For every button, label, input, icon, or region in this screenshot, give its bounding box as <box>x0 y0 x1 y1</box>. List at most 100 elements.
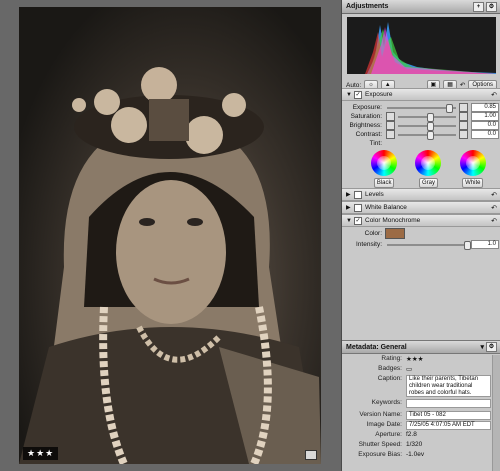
exposure-checkbox[interactable]: ✓ <box>354 90 362 99</box>
reset-icon[interactable]: ↶ <box>491 91 497 99</box>
saturation-high-icon <box>459 112 468 121</box>
chevron-down-icon[interactable]: ▾ <box>480 343 484 351</box>
row-label: Brightness: <box>349 122 382 129</box>
version-name-field[interactable]: Tibet 05 - 082 <box>406 411 491 420</box>
metadata-key: Keywords: <box>371 399 402 406</box>
disclosure-open-icon[interactable]: ▼ <box>346 218 354 224</box>
levels-header[interactable]: ▶ Levels ↶ <box>342 188 500 201</box>
metadata-header[interactable]: Metadata: General ▾ ⚙ <box>342 340 500 354</box>
keywords-field[interactable] <box>406 399 491 408</box>
metadata-key: Version Name: <box>359 411 402 418</box>
metadata-row: Aperture: f2.8 <box>342 431 500 441</box>
metadata-list: Rating: ★★★ Badges: ▭ Caption: Like their p… <box>342 355 500 471</box>
tint-row: Tint: <box>342 139 500 148</box>
saturation-row: Saturation: 1.00 <box>342 112 500 122</box>
caption-field[interactable]: Like their parents, Tibetan children wea… <box>406 375 491 397</box>
levels-title: Levels <box>365 191 384 198</box>
white-eyedropper-button[interactable]: White <box>462 178 484 188</box>
metadata-key: Caption: <box>377 375 402 382</box>
exposure-icon <box>459 103 468 112</box>
row-label: Saturation: <box>350 113 382 120</box>
color-label: Color: <box>364 230 382 237</box>
color-monochrome-title: Color Monochrome <box>365 217 421 224</box>
reset-icon[interactable]: ↶ <box>491 204 497 212</box>
exposure-slider[interactable] <box>387 103 456 113</box>
portrait-photo[interactable]: ★★★ <box>19 7 321 464</box>
metadata-title: Metadata: General <box>346 343 407 351</box>
contrast-row: Contrast: 0.0 <box>342 130 500 140</box>
aperture-value: f2.8 <box>406 431 417 438</box>
row-label: Contrast: <box>355 131 382 138</box>
brightness-row: Brightness: 0.0 <box>342 121 500 131</box>
exposure-row: Exposure: 0.85 <box>342 103 500 113</box>
black-eyedropper-button[interactable]: Black <box>373 178 395 188</box>
photo-illustration <box>19 67 321 464</box>
saturation-low-icon <box>386 112 395 121</box>
saturation-value[interactable]: 1.00 <box>471 112 499 121</box>
brightness-high-icon <box>459 121 468 130</box>
reset-icon[interactable]: ↶ <box>491 217 497 225</box>
metadata-scrollbar[interactable] <box>492 355 500 471</box>
metadata-row: Rating: ★★★ <box>342 355 500 365</box>
color-monochrome-section: ▼ ✓ Color Monochrome ↶ Color: Intensity:… <box>342 214 500 250</box>
intensity-value[interactable]: 1.0 <box>471 240 499 249</box>
histogram-graph <box>365 22 496 74</box>
contrast-low-icon <box>386 130 395 139</box>
histogram <box>347 17 496 74</box>
rating-value[interactable]: ★★★ <box>406 355 423 363</box>
saturation-slider[interactable] <box>398 112 456 122</box>
exposure-value[interactable]: 0.85 <box>471 103 499 112</box>
white-tint-wheel[interactable] <box>459 150 486 176</box>
intensity-slider[interactable] <box>387 240 471 250</box>
image-viewer: ★★★ <box>0 0 341 471</box>
levels-section: ▶ Levels ↶ <box>342 188 500 201</box>
color-monochrome-header[interactable]: ▼ ✓ Color Monochrome ↶ <box>342 214 500 227</box>
contrast-value[interactable]: 0.0 <box>471 130 499 139</box>
metadata-row: Keywords: <box>342 399 500 411</box>
metadata-key: Rating: <box>381 355 402 362</box>
metadata-key: Aperture: <box>375 431 402 438</box>
shutter-speed-value: 1/320 <box>406 441 423 448</box>
metadata-row: Shutter Speed: 1/320 <box>342 441 500 451</box>
metadata-row: Image Date: 7/25/05 4:07:05 AM EDT <box>342 421 500 431</box>
reset-icon[interactable]: ↶ <box>491 191 497 199</box>
levels-checkbox[interactable] <box>354 190 362 199</box>
white-balance-checkbox[interactable] <box>354 203 362 212</box>
white-balance-header[interactable]: ▶ White Balance ↶ <box>342 201 500 214</box>
gear-icon[interactable]: ⚙ <box>486 1 497 12</box>
badge-icon: ▭ <box>406 366 413 373</box>
adjustments-empty-area <box>342 255 500 328</box>
white-balance-title: White Balance <box>365 204 407 211</box>
brightness-low-icon <box>386 121 395 130</box>
disclosure-closed-icon[interactable]: ▶ <box>346 191 354 198</box>
gear-icon[interactable]: ⚙ <box>486 342 497 352</box>
brightness-slider[interactable] <box>398 121 456 131</box>
add-adjustment-button[interactable]: + <box>473 1 484 12</box>
adjustments-panel: Adjustments + ⚙ Auto: ☼ ▲ ▣ ▦ ↶ Options … <box>341 0 500 471</box>
exposure-title: Exposure <box>365 91 393 98</box>
metadata-row: Exposure Bias: -1.0ev <box>342 451 500 461</box>
adjustments-titlebar: Adjustments + ⚙ <box>342 0 500 14</box>
black-tint-wheel[interactable] <box>371 150 398 176</box>
adjustments-title: Adjustments <box>346 3 389 10</box>
tint-wheels: Black Gray White <box>342 148 500 188</box>
color-monochrome-checkbox[interactable]: ✓ <box>354 216 362 225</box>
metadata-row: Caption: Like their parents, Tibetan chil… <box>342 375 500 399</box>
image-date-field[interactable]: 7/25/05 4:07:05 AM EDT <box>406 421 491 430</box>
white-tint: White <box>459 150 486 188</box>
contrast-high-icon <box>459 130 468 139</box>
brightness-value[interactable]: 0.0 <box>471 121 499 130</box>
gray-tint-wheel[interactable] <box>415 150 442 176</box>
color-swatch[interactable] <box>385 228 405 239</box>
metadata-row: Version Name: Tibet 05 - 082 <box>342 411 500 421</box>
row-label: Exposure: <box>352 104 382 111</box>
disclosure-open-icon[interactable]: ▼ <box>346 92 354 98</box>
gray-tint: Gray <box>415 150 442 188</box>
white-balance-section: ▶ White Balance ↶ <box>342 201 500 214</box>
disclosure-closed-icon[interactable]: ▶ <box>346 204 354 211</box>
gray-eyedropper-button[interactable]: Gray <box>418 178 438 188</box>
metadata-key: Shutter Speed: <box>358 441 402 448</box>
exposure-header[interactable]: ▼ ✓ Exposure ↶ <box>342 88 500 101</box>
exposure-bias-value: -1.0ev <box>406 451 425 458</box>
contrast-slider[interactable] <box>398 130 456 140</box>
